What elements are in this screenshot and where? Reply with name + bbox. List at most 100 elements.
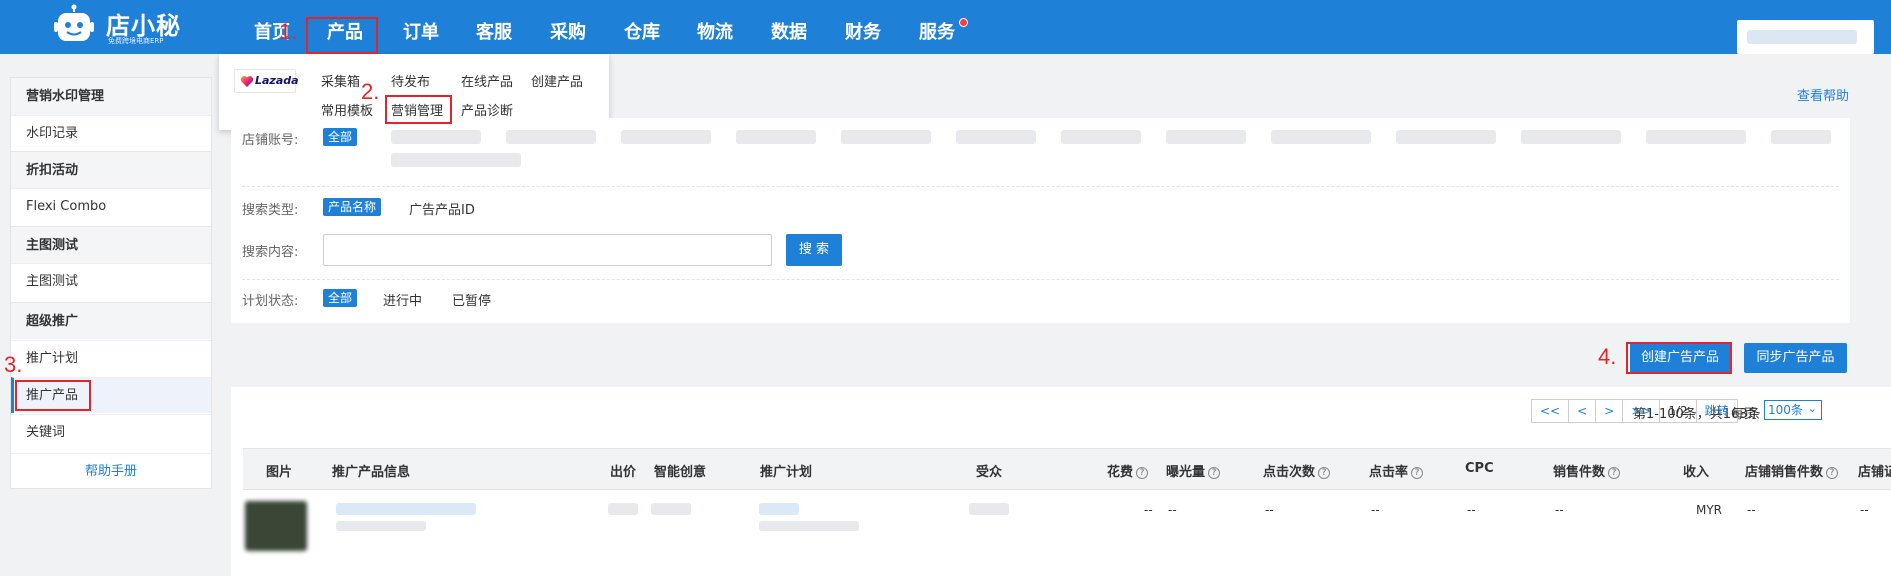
- nav-logistics[interactable]: 物流: [697, 0, 733, 54]
- highlight-marketing-management: [385, 95, 452, 124]
- view-help-link[interactable]: 查看帮助: [1797, 85, 1849, 104]
- help-icon[interactable]: ?: [1208, 467, 1221, 479]
- filter-divider: [242, 186, 1839, 187]
- sidebar-item-watermark-records[interactable]: 水印记录: [11, 115, 211, 151]
- status-filter-paused[interactable]: 已暂停: [452, 290, 491, 309]
- page-prev-button[interactable]: <: [1569, 400, 1597, 422]
- help-icon[interactable]: ?: [1318, 467, 1331, 479]
- shop-option-blurred[interactable]: [391, 153, 521, 167]
- sidebar-item-promotion-plan[interactable]: 推广计划: [11, 340, 211, 376]
- nav-services[interactable]: 服务: [919, 0, 955, 54]
- col-shop-sales-units: 店铺销售件数?: [1745, 461, 1839, 480]
- shop-option-blurred[interactable]: [391, 130, 481, 144]
- sidebar-help-manual[interactable]: 帮助手册: [11, 453, 211, 489]
- page-last-button[interactable]: >>: [1623, 400, 1661, 422]
- shop-account-label: 店铺账号:: [242, 133, 299, 148]
- cell-impressions: --: [1168, 503, 1177, 517]
- col-promotion-plan: 推广计划: [760, 465, 813, 480]
- product-thumbnail[interactable]: [245, 501, 307, 551]
- per-page-label: 每页: [1731, 407, 1758, 422]
- product-info-blurred[interactable]: [336, 503, 476, 515]
- shop-option-blurred[interactable]: [1646, 130, 1746, 144]
- shop-option-blurred[interactable]: [1166, 130, 1246, 144]
- per-page-select[interactable]: 100条 ⌄: [1764, 400, 1822, 420]
- search-input[interactable]: [323, 234, 772, 266]
- shop-option-blurred[interactable]: [506, 130, 596, 144]
- sidebar-item-keywords[interactable]: 关键词: [11, 414, 211, 450]
- nav-orders[interactable]: 订单: [403, 0, 439, 54]
- col-clicks: 点击次数?: [1263, 461, 1331, 480]
- status-filter-running[interactable]: 进行中: [383, 290, 422, 309]
- col-audience: 受众: [976, 465, 1003, 480]
- help-icon[interactable]: ?: [1136, 467, 1149, 479]
- shop-filter-all[interactable]: 全部: [323, 128, 358, 146]
- lazada-heart-icon: [240, 76, 254, 87]
- shop-option-blurred[interactable]: [956, 130, 1036, 144]
- menu-product-diagnosis[interactable]: 产品诊断: [461, 100, 513, 119]
- left-sidebar: 营销水印管理 水印记录 折扣活动 Flexi Combo 主图测试 主图测试 超…: [10, 77, 212, 489]
- col-sales-units: 销售件数?: [1553, 461, 1621, 480]
- search-type-ad-product-id[interactable]: 广告产品ID: [409, 199, 475, 218]
- bid-blurred: [608, 503, 638, 515]
- shop-option-blurred[interactable]: [1061, 130, 1141, 144]
- annotation-step-4: 4.: [1598, 344, 1617, 369]
- filter-panel: 店铺账号: 全部 搜索类型: 产品名称 广告产品ID 搜索内容: 搜 索 计划状…: [231, 118, 1850, 323]
- brand-logo[interactable]: 店小秘 免费跨境电商ERP: [54, 2, 194, 50]
- cell-spend: --: [1144, 503, 1153, 517]
- page-indicator: 1/2: [1660, 400, 1697, 422]
- cell-shop-truncated: --: [1860, 503, 1869, 517]
- shop-option-blurred[interactable]: [736, 130, 816, 144]
- search-content-label: 搜索内容:: [242, 245, 299, 260]
- menu-online-products[interactable]: 在线产品: [461, 71, 513, 90]
- search-button[interactable]: 搜 索: [786, 234, 842, 266]
- help-icon[interactable]: ?: [1608, 467, 1621, 479]
- nav-customer-service[interactable]: 客服: [476, 0, 512, 54]
- help-icon[interactable]: ?: [1826, 467, 1839, 479]
- page-first-button[interactable]: <<: [1532, 400, 1570, 422]
- col-image: 图片: [266, 465, 293, 480]
- col-spend: 花费?: [1107, 461, 1149, 480]
- nav-finance[interactable]: 财务: [845, 0, 881, 54]
- plan-status-label: 计划状态:: [242, 294, 299, 309]
- platform-name: Lazada: [255, 74, 299, 87]
- user-account[interactable]: [1737, 20, 1874, 54]
- plan-blurred: [759, 521, 859, 531]
- sidebar-section-discount: 折扣活动: [11, 151, 211, 188]
- ad-products-table: 第1-100条，共163条 << < > >> 1/2 跳转 每页 100条 ⌄…: [231, 387, 1891, 576]
- menu-pending-publish[interactable]: 待发布: [391, 71, 430, 90]
- search-type-label: 搜索类型:: [242, 203, 299, 218]
- table-header: 图片 推广产品信息 出价 智能创意 推广计划 受众 花费? 曝光量? 点击次数?…: [243, 448, 1891, 490]
- shop-option-blurred[interactable]: [1396, 130, 1496, 144]
- nav-data[interactable]: 数据: [771, 0, 807, 54]
- cell-sales-units: --: [1555, 503, 1564, 517]
- cell-shop-sales: --: [1747, 503, 1756, 517]
- shop-option-blurred[interactable]: [1521, 130, 1621, 144]
- shop-option-blurred[interactable]: [1271, 130, 1371, 144]
- highlight-create-button: [1626, 342, 1732, 374]
- shop-option-blurred[interactable]: [841, 130, 931, 144]
- annotation-step-2: 2.: [361, 79, 380, 104]
- search-type-product-name[interactable]: 产品名称: [323, 198, 382, 216]
- sync-ad-product-button[interactable]: 同步广告产品: [1744, 343, 1847, 373]
- menu-collection-box[interactable]: 采集箱: [321, 71, 360, 90]
- sidebar-item-main-image-test[interactable]: 主图测试: [11, 263, 211, 299]
- nav-warehouse[interactable]: 仓库: [624, 0, 660, 54]
- menu-create-product[interactable]: 创建产品: [531, 71, 583, 90]
- sidebar-item-flexi-combo[interactable]: Flexi Combo: [11, 188, 211, 224]
- shop-option-blurred[interactable]: [1771, 130, 1831, 144]
- platform-lazada[interactable]: Lazada: [234, 69, 299, 93]
- per-page-value: 100条: [1768, 403, 1803, 417]
- cell-cpc: --: [1467, 503, 1476, 517]
- sidebar-section-main-image-test: 主图测试: [11, 226, 211, 263]
- highlight-promoted-products: [15, 380, 91, 411]
- notification-dot: [959, 18, 968, 27]
- page-next-button[interactable]: >: [1596, 400, 1624, 422]
- sidebar-section-super-promotion: 超级推广: [11, 302, 211, 339]
- shop-option-blurred[interactable]: [621, 130, 711, 144]
- nav-purchase[interactable]: 采购: [550, 0, 586, 54]
- help-icon[interactable]: ?: [1411, 467, 1424, 479]
- cell-clicks: --: [1265, 503, 1274, 517]
- status-filter-all[interactable]: 全部: [323, 289, 358, 307]
- plan-blurred[interactable]: [759, 503, 799, 515]
- product-info-blurred: [336, 521, 426, 531]
